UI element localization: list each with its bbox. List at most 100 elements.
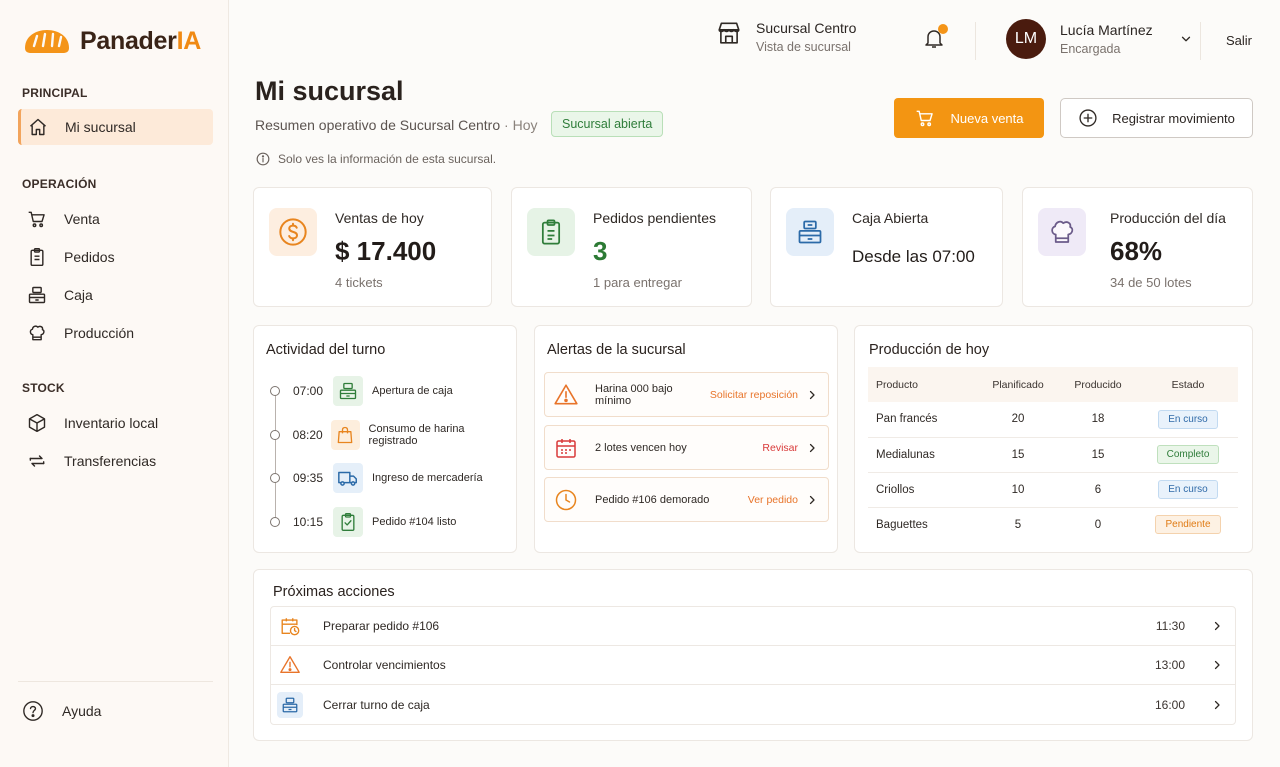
- alert-item[interactable]: 2 lotes vencen hoy Revisar: [544, 425, 829, 470]
- cell-produced: 15: [1058, 437, 1138, 473]
- branch-selector[interactable]: Sucursal Centro Vista de sucursal: [716, 20, 856, 54]
- sidebar-item-inventario-local[interactable]: Inventario local: [18, 405, 213, 441]
- sidebar-item-label: Inventario local: [64, 415, 159, 431]
- nav-section-stock: STOCK: [22, 381, 65, 395]
- sidebar-item-label: Caja: [64, 287, 93, 303]
- kpi-card-orders[interactable]: Pedidos pendientes 3 1 para entregar: [511, 187, 752, 307]
- list-item[interactable]: Preparar pedido #106 11:30: [271, 607, 1235, 646]
- help-icon: [22, 700, 44, 722]
- clipboard-icon: [527, 208, 575, 256]
- chevron-down-icon: [1179, 32, 1193, 46]
- alert-action-link[interactable]: Solicitar reposición: [710, 389, 798, 401]
- chevron-right-icon: [1211, 620, 1223, 632]
- timeline-time: 07:00: [293, 384, 324, 398]
- table-row[interactable]: Medialunas 15 15 Completo: [868, 437, 1238, 473]
- sidebar-item-label: Transferencias: [64, 453, 157, 469]
- sidebar-item-caja[interactable]: Caja: [18, 277, 213, 313]
- info-note-text: Solo ves la información de esta sucursal…: [278, 152, 497, 166]
- alert-item[interactable]: Pedido #106 demorado Ver pedido: [544, 477, 829, 522]
- calendar-clock-icon: [277, 613, 303, 639]
- alert-item[interactable]: Harina 000 bajo mínimo Solicitar reposic…: [544, 372, 829, 417]
- dollar-icon: [269, 208, 317, 256]
- topbar-divider: [1200, 22, 1201, 60]
- kpi-card-cash[interactable]: Caja Abierta Desde las 07:00: [770, 187, 1003, 307]
- table-row[interactable]: Baguettes 5 0 Pendiente: [868, 507, 1238, 542]
- timeline-item: 08:20 Consumo de harina registrado: [270, 417, 510, 453]
- help-link[interactable]: Ayuda: [22, 700, 101, 722]
- app-logo[interactable]: PanaderIA: [22, 26, 201, 56]
- timeline-text: Ingreso de mercadería: [372, 472, 483, 484]
- kpi-sub: 34 de 50 lotes: [1110, 275, 1192, 290]
- alerts-panel: Alertas de la sucursal Harina 000 bajo m…: [534, 325, 838, 553]
- cell-planned: 20: [978, 402, 1058, 438]
- app-logo-text: PanaderIA: [80, 26, 201, 55]
- list-item[interactable]: Cerrar turno de caja 16:00: [271, 685, 1235, 724]
- branch-name: Sucursal Centro: [756, 20, 857, 36]
- sidebar-item-venta[interactable]: Venta: [18, 201, 213, 237]
- alert-text: Pedido #106 demorado: [595, 493, 710, 506]
- new-sale-button[interactable]: Nueva venta: [894, 98, 1044, 138]
- kpi-card-sales[interactable]: Ventas de hoy $ 17.400 4 tickets: [253, 187, 492, 307]
- kpi-label: Producción del día: [1110, 210, 1226, 226]
- cell-produced: 6: [1058, 472, 1138, 508]
- action-label: Cerrar turno de caja: [323, 697, 430, 712]
- chevron-right-icon: [806, 442, 818, 454]
- sidebar-item-mi-sucursal[interactable]: Mi sucursal: [18, 109, 213, 145]
- table-row[interactable]: Criollos 10 6 En curso: [868, 472, 1238, 508]
- sidebar: PanaderIA PRINCIPAL Mi sucursal OPERACIÓ…: [0, 0, 229, 767]
- user-role: Encargada: [1060, 42, 1121, 56]
- help-label: Ayuda: [62, 703, 102, 719]
- cell-status: Pendiente: [1138, 507, 1238, 542]
- status-badge: Sucursal abierta: [551, 111, 664, 137]
- truck-icon: [333, 463, 363, 493]
- plus-circle-icon: [1078, 108, 1098, 128]
- sidebar-item-label: Venta: [64, 211, 100, 227]
- chevron-right-icon: [1211, 699, 1223, 711]
- status-badge: En curso: [1158, 480, 1218, 499]
- timeline-item: 09:35 Ingreso de mercadería: [270, 460, 510, 496]
- next-actions-panel: Próximas acciones Preparar pedido #106 1…: [253, 569, 1253, 741]
- clipboard-check-icon: [333, 507, 363, 537]
- cell-status: Completo: [1138, 437, 1238, 473]
- alert-action-link[interactable]: Ver pedido: [748, 494, 798, 506]
- clipboard-icon: [26, 246, 48, 268]
- register-movement-label: Registrar movimiento: [1112, 110, 1235, 126]
- topbar-divider: [975, 22, 976, 60]
- alert-text: 2 lotes vencen hoy: [595, 441, 687, 454]
- table-header-row: Producto Planificado Producido Estado: [868, 367, 1238, 402]
- panel-title: Próximas acciones: [273, 584, 395, 600]
- sidebar-item-transferencias[interactable]: Transferencias: [18, 443, 213, 479]
- kpi-value: Desde las 07:00: [852, 247, 975, 266]
- cell-produced: 0: [1094, 518, 1102, 531]
- notifications-button[interactable]: [922, 24, 948, 52]
- notification-dot: [938, 24, 948, 34]
- register-movement-button[interactable]: Registrar movimiento: [1060, 98, 1253, 138]
- column-header: Planificado: [978, 367, 1058, 402]
- status-badge: En curso: [1158, 409, 1218, 429]
- cart-icon: [915, 108, 935, 128]
- table-row[interactable]: Pan francés 20 18 En curso: [868, 402, 1238, 438]
- chevron-right-icon: [806, 494, 818, 506]
- sidebar-item-pedidos[interactable]: Pedidos: [18, 239, 213, 275]
- box-icon: [26, 412, 48, 434]
- action-time: 16:00: [1154, 697, 1185, 712]
- alert-action-link[interactable]: Revisar: [762, 442, 798, 454]
- activity-panel: Actividad del turno 07:00 Apertura de ca…: [253, 325, 517, 553]
- kpi-label: Ventas de hoy: [335, 210, 424, 226]
- logout-button[interactable]: Salir: [1226, 33, 1252, 48]
- cart-icon: [26, 208, 48, 230]
- production-table: Producto Planificado Producido Estado Pa…: [868, 367, 1238, 542]
- cell-product: Baguettes: [876, 518, 928, 531]
- user-menu[interactable]: LM Lucía Martínez Encargada: [1006, 19, 1193, 59]
- chevron-right-icon: [1211, 659, 1223, 671]
- sidebar-item-label: Producción: [64, 325, 135, 341]
- timeline-time: 10:15: [293, 515, 324, 529]
- page-title: Mi sucursal: [255, 76, 404, 106]
- column-header: Producido: [1058, 367, 1138, 402]
- kpi-card-production[interactable]: Producción del día 68% 34 de 50 lotes: [1022, 187, 1253, 307]
- chef-hat-icon: [26, 322, 48, 344]
- info-icon: [256, 152, 270, 166]
- sidebar-item-produccion[interactable]: Producción: [18, 315, 213, 351]
- timeline-dot: [270, 430, 280, 440]
- list-item[interactable]: Controlar vencimientos 13:00: [271, 646, 1235, 685]
